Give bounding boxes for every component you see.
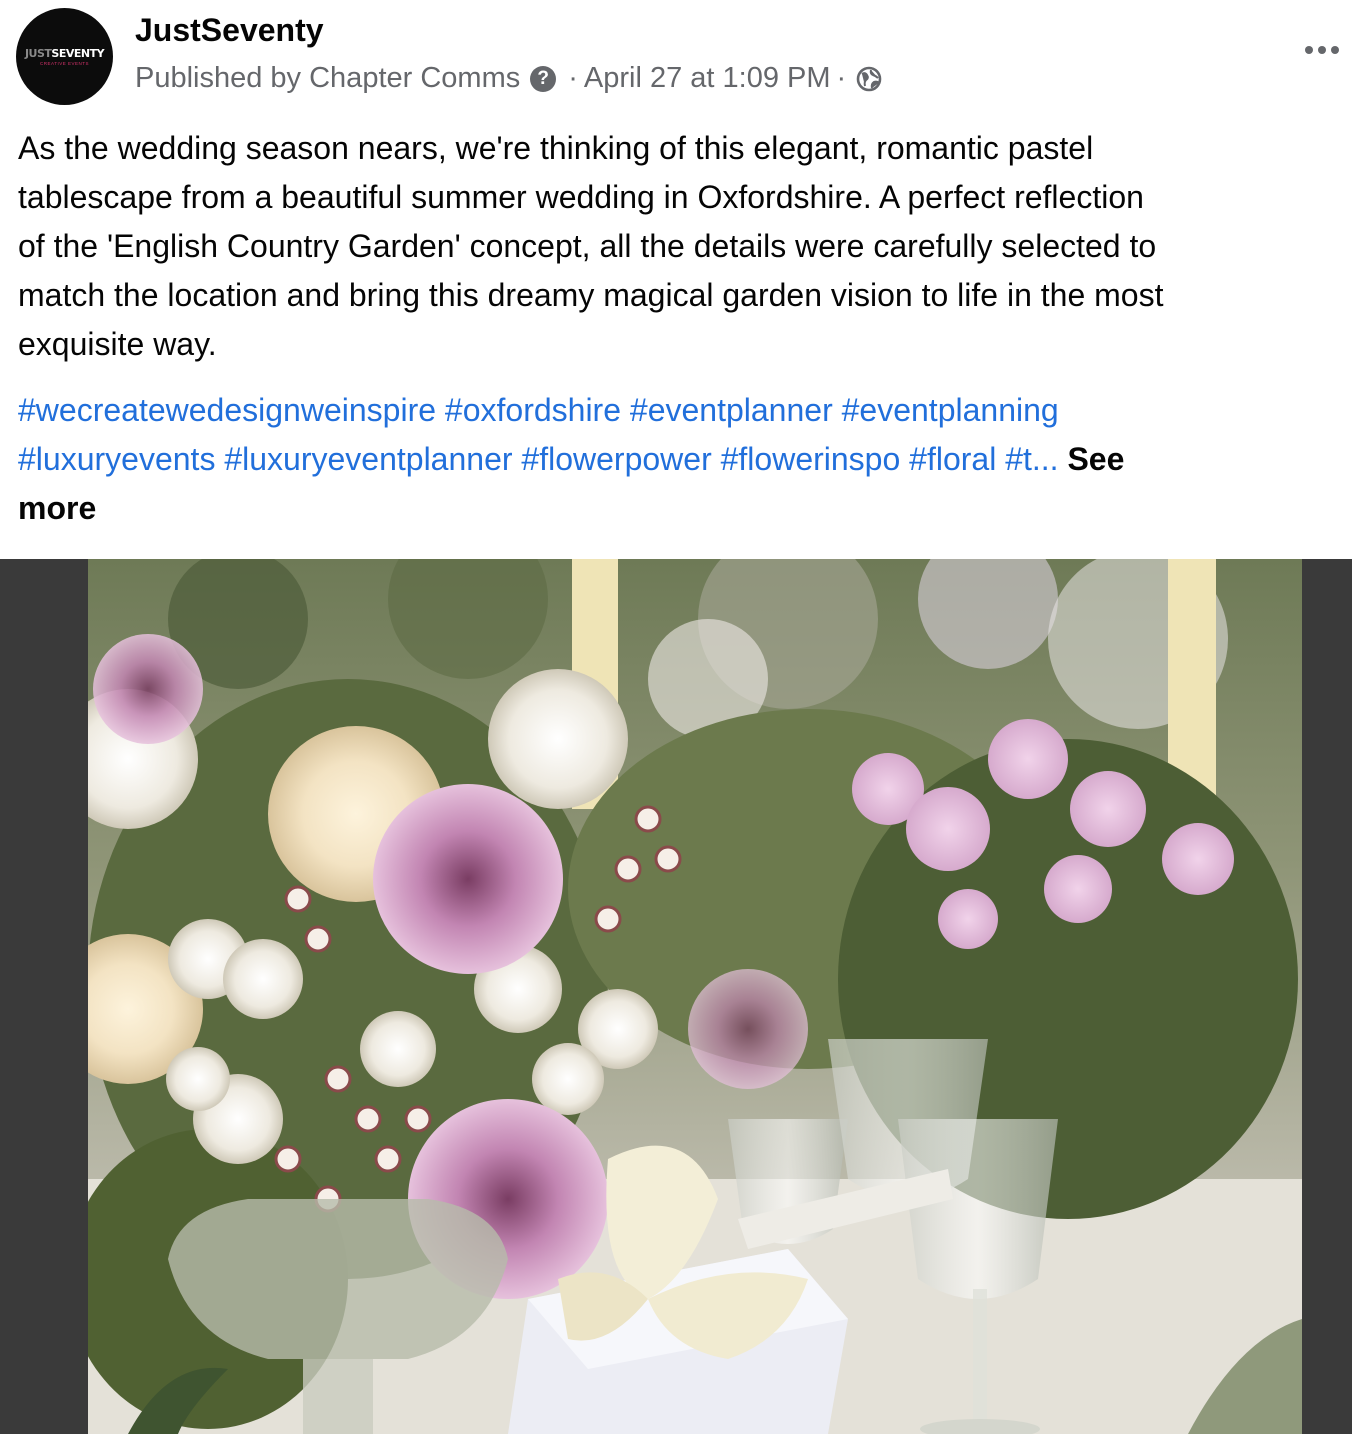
avatar-logo: JUSTSEVENTY [24, 47, 105, 60]
more-options-button[interactable] [1296, 30, 1348, 70]
hashtag-link[interactable]: #eventplanner [630, 392, 833, 428]
hashtag-link[interactable]: #flowerpower [521, 441, 711, 477]
avatar[interactable]: JUSTSEVENTY CREATIVE EVENTS [16, 8, 113, 105]
meta-separator: · [836, 62, 847, 94]
hashtag-link[interactable]: #flowerinspo [721, 441, 901, 477]
globe-icon[interactable] [856, 66, 882, 92]
question-mark-icon[interactable]: ? [530, 65, 557, 92]
hashtag-link[interactable]: #wecreatewedesignweinspire [18, 392, 436, 428]
hashtag-link[interactable]: #luxuryevents [18, 441, 215, 477]
post-text-line: exquisite way. [18, 326, 217, 362]
hashtag-line: #wecreatewedesignweinspire #oxfordshire … [18, 386, 1338, 435]
hashtag-link[interactable]: #floral [909, 441, 996, 477]
post-text-line: of the 'English Country Garden' concept,… [18, 228, 1157, 264]
post-timestamp-link[interactable]: April 27 at 1:09 PM [584, 62, 831, 95]
published-by-text: Published by Chapter Comms [135, 62, 521, 94]
hashtag-block: #wecreatewedesignweinspire #oxfordshire … [18, 386, 1338, 533]
hashtag-link[interactable]: #oxfordshire [445, 392, 621, 428]
post-photo-frame[interactable] [0, 559, 1352, 1434]
hashtag-link[interactable]: #t... [1005, 441, 1058, 477]
page-name-link[interactable]: JustSeventy [135, 12, 324, 49]
post-photo[interactable] [88, 559, 1302, 1434]
hashtag-link[interactable]: #luxuryeventplanner [224, 441, 512, 477]
hashtag-line: #luxuryevents #luxuryeventplanner #flowe… [18, 435, 1338, 484]
post-text-line: tablescape from a beautiful summer weddi… [18, 179, 1144, 215]
hashtag-line: more [18, 484, 1338, 533]
hashtag-link[interactable]: #eventplanning [842, 392, 1059, 428]
post-body-text: As the wedding season nears, we're think… [18, 124, 1352, 369]
post-text-line: As the wedding season nears, we're think… [18, 130, 1094, 166]
horizontal-ellipsis-icon [1305, 46, 1313, 54]
see-more-link[interactable]: more [18, 490, 96, 526]
post-text-line: match the location and bring this dreamy… [18, 277, 1164, 313]
see-more-link[interactable]: See [1067, 441, 1124, 477]
post-meta: Published by Chapter Comms ? · April 27 … [135, 62, 882, 95]
meta-separator: · [568, 62, 578, 94]
post-header: JUSTSEVENTY CREATIVE EVENTS JustSeventy … [0, 0, 1352, 120]
floral-tablescape-image [88, 559, 1302, 1434]
avatar-logo-tagline: CREATIVE EVENTS [40, 61, 89, 66]
